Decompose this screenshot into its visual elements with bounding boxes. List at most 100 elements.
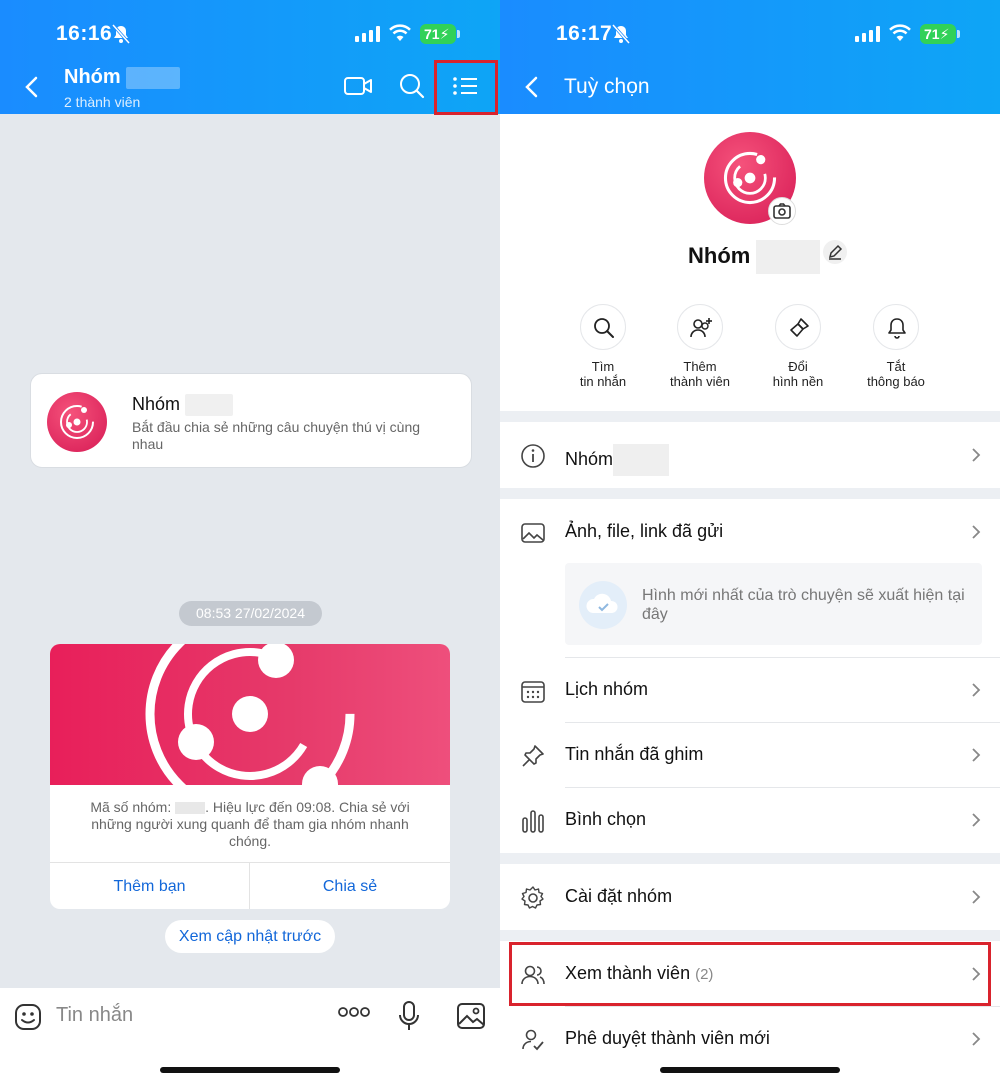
invite-text: Mã số nhóm: . Hiệu lực đến 09:08. Chia s… (70, 799, 430, 850)
search-icon[interactable] (398, 72, 426, 100)
battery-level: 71 (924, 26, 940, 42)
group-name-text: Nhóm (688, 242, 751, 268)
group-name: Nhóm (688, 240, 821, 274)
invite-card: Mã số nhóm: . Hiệu lực đến 09:08. Chia s… (50, 644, 450, 909)
search-icon (594, 318, 614, 338)
chevron-right-icon (972, 683, 981, 697)
add-friend-button[interactable]: Thêm bạn (50, 863, 250, 909)
group-avatar (47, 392, 107, 452)
more-icon[interactable] (338, 1006, 370, 1018)
info-label: Nhóm (565, 448, 614, 469)
battery-indicator: 71⚡ (920, 24, 960, 44)
redacted-name (185, 394, 234, 417)
chat-title: Nhóm (64, 66, 181, 89)
row-poll[interactable]: Bình chọn (500, 788, 1000, 852)
options-screen: 16:17 71⚡ Tuỳ chọn Nhóm Tìm tin nhắn Thêm… (500, 0, 1000, 1083)
add-member-icon (690, 318, 712, 338)
chevron-right-icon (972, 448, 981, 462)
action-label-line1: Đổi (788, 359, 808, 374)
action-mute-notifications[interactable]: Tắt thông báo (848, 304, 944, 389)
row-approve-members[interactable]: Phê duyệt thành viên mới (500, 1007, 1000, 1071)
battery-level: 71 (424, 26, 440, 42)
gear-icon (521, 886, 544, 909)
chevron-right-icon (972, 813, 981, 827)
back-arrow-icon[interactable] (24, 76, 38, 98)
section-divider (500, 853, 1000, 864)
section-divider (500, 488, 1000, 499)
action-label-line1: Thêm (683, 359, 717, 374)
pin-icon (522, 745, 544, 767)
message-input[interactable]: Tin nhắn (56, 1004, 133, 1027)
change-avatar-button[interactable] (768, 197, 796, 225)
cloud-icon (579, 581, 627, 629)
invite-banner (50, 644, 450, 785)
action-add-member[interactable]: Thêm thành viên (652, 304, 748, 389)
bell-icon (888, 318, 906, 339)
bell-off-icon (612, 24, 630, 44)
approve-member-icon (522, 1029, 544, 1051)
image-icon[interactable] (456, 1002, 486, 1030)
date-separator: 08:53 27/02/2024 (179, 601, 322, 626)
row-shared-media[interactable]: Ảnh, file, link đã gửi (500, 500, 1000, 564)
microphone-icon[interactable] (398, 1000, 420, 1032)
calendar-icon (521, 681, 545, 703)
status-bar: 16:16 71⚡ (0, 20, 500, 50)
bell-off-icon (112, 24, 130, 44)
section-divider (500, 411, 1000, 422)
signal-icon (355, 26, 380, 42)
row-label: Phê duyệt thành viên mới (565, 1028, 770, 1048)
media-empty-text: Hình mới nhất của trò chuyện sẽ xuất hiệ… (642, 587, 965, 623)
chevron-right-icon (972, 1032, 981, 1046)
row-label: Nhóm (565, 444, 670, 476)
redacted-name (126, 66, 181, 89)
highlight-box-options (434, 60, 498, 115)
poll-icon (522, 810, 544, 833)
redacted-name (756, 240, 821, 274)
redacted-name (613, 444, 670, 476)
action-label-line2: hình nền (772, 374, 824, 389)
group-logo-icon (60, 405, 94, 439)
redacted-code (175, 802, 206, 815)
wifi-icon (389, 24, 411, 41)
signal-icon (855, 26, 880, 42)
view-previous-button[interactable]: Xem cập nhật trước (165, 920, 335, 953)
invite-text-before: Mã số nhóm: (90, 799, 172, 815)
chat-screen: 16:16 71⚡ Nhóm 2 thành viên Nhóm Bắt đầu… (0, 0, 500, 1083)
home-indicator (660, 1067, 840, 1073)
chevron-right-icon (972, 525, 981, 539)
group-name: Nhóm (64, 66, 121, 88)
media-icon (521, 523, 545, 543)
action-search-messages[interactable]: Tìm tin nhắn (555, 304, 651, 389)
action-label-line2: thành viên (670, 374, 730, 389)
status-time: 16:17 (556, 22, 613, 45)
highlight-box-members (509, 942, 991, 1006)
media-empty-state: Hình mới nhất của trò chuyện sẽ xuất hiệ… (565, 563, 982, 645)
edit-name-button[interactable] (823, 240, 847, 264)
action-label-line2: tin nhắn (579, 374, 627, 389)
status-bar: 16:17 71⚡ (500, 20, 1000, 50)
action-label-line2: thông báo (867, 374, 925, 389)
row-pinned-messages[interactable]: Tin nhắn đã ghim (500, 723, 1000, 787)
chevron-right-icon (972, 748, 981, 762)
share-button[interactable]: Chia sẻ (250, 863, 450, 909)
action-label-line1: Tắt (886, 359, 906, 374)
back-arrow-icon[interactable] (524, 76, 538, 98)
row-group-settings[interactable]: Cài đặt nhóm (500, 865, 1000, 929)
intro-text: Bắt đầu chia sẻ những câu chuyện thú vị … (132, 419, 421, 452)
row-group-info[interactable]: Nhóm (500, 423, 1000, 487)
row-group-calendar[interactable]: Lịch nhóm (500, 658, 1000, 722)
row-label: Bình chọn (565, 809, 647, 829)
video-call-icon[interactable] (343, 72, 373, 100)
row-label: Cài đặt nhóm (565, 886, 673, 906)
status-time: 16:16 (56, 22, 113, 45)
intro-title: Nhóm (132, 394, 234, 417)
battery-indicator: 71⚡ (420, 24, 460, 44)
action-label-line1: Tìm (591, 359, 615, 374)
section-divider (500, 930, 1000, 941)
chat-header: 16:16 71⚡ Nhóm 2 thành viên (0, 0, 500, 114)
brush-icon (790, 318, 809, 337)
wifi-icon (889, 24, 911, 41)
info-icon (521, 444, 545, 468)
action-change-wallpaper[interactable]: Đổi hình nền (750, 304, 846, 389)
sticker-icon[interactable] (14, 1003, 42, 1031)
